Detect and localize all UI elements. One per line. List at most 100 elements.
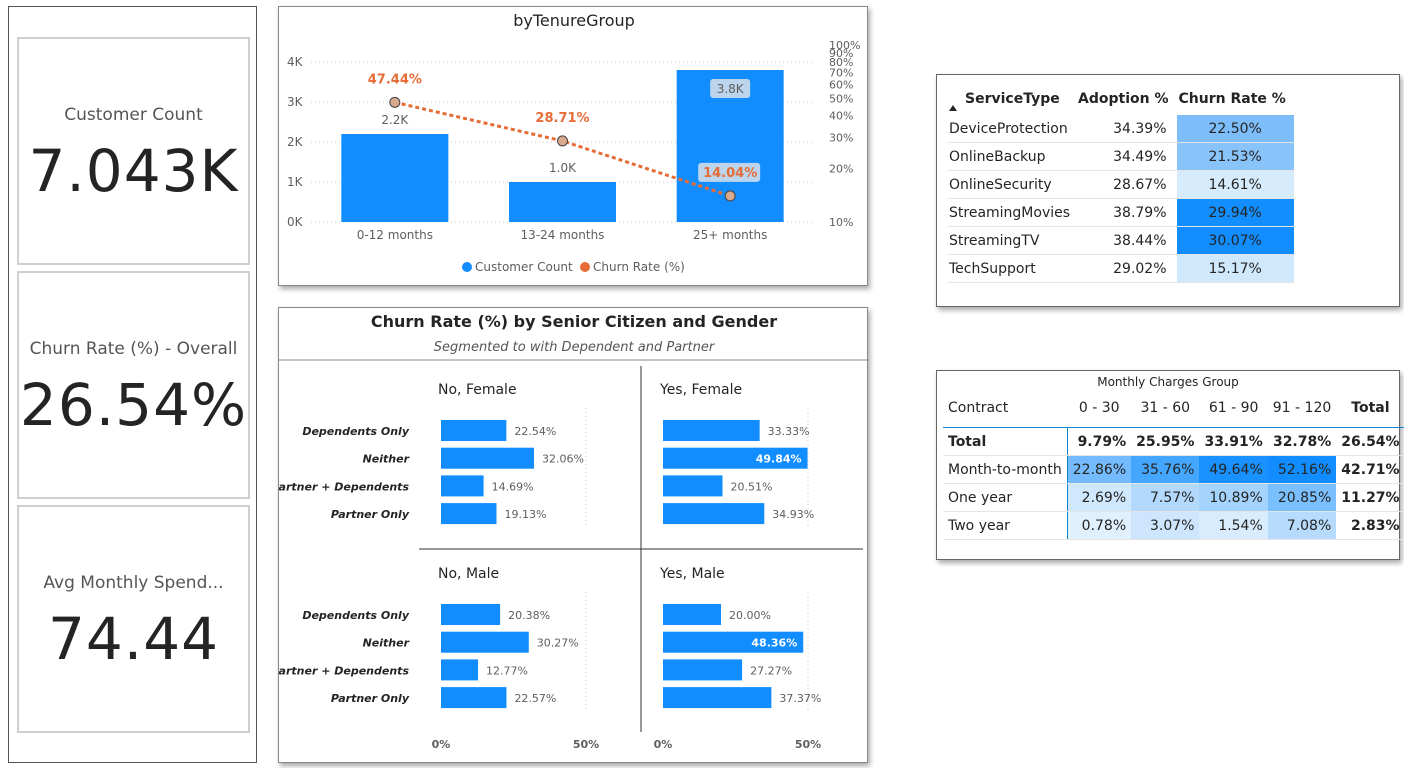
legend-label[interactable]: Customer Count: [475, 260, 573, 274]
legend-marker: [462, 262, 472, 272]
total-row[interactable]: Total 9.79% 25.95% 33.91% 32.78% 26.54%: [943, 427, 1404, 456]
adoption-cell: 34.49%: [1076, 142, 1177, 171]
service-table: ServiceType Adoption % Churn Rate % Devi…: [947, 83, 1294, 283]
category-label: Neither: [363, 453, 410, 466]
senior-gender-chart-panel[interactable]: Churn Rate (%) by Senior Citizen and Gen…: [271, 307, 869, 763]
y-tick-label: 1K: [287, 175, 304, 189]
chart-title: Churn Rate (%) by Senior Citizen and Gen…: [371, 312, 777, 331]
kpi-card-avg-monthly-spend[interactable]: Avg Monthly Spend... 74.44: [17, 505, 250, 733]
value-cell: 35.76%: [1131, 455, 1200, 484]
kpi-card-churn-rate[interactable]: Churn Rate (%) - Overall 26.54%: [17, 271, 250, 499]
bar-data-label: 34.93%: [772, 508, 814, 521]
bar[interactable]: [663, 687, 772, 709]
service-table-panel[interactable]: ServiceType Adoption % Churn Rate % Devi…: [936, 74, 1400, 307]
table-row[interactable]: Month-to-month 22.86% 35.76% 49.64% 52.16% 42…: [943, 455, 1404, 484]
column-header[interactable]: 0 - 30: [1067, 389, 1131, 428]
value-cell: 1.54%: [1199, 511, 1268, 540]
chart-title: byTenureGroup: [513, 11, 635, 30]
column-header-churn-rate[interactable]: Churn Rate %: [1177, 83, 1294, 115]
table-row[interactable]: Two year 0.78% 3.07% 1.54% 7.08% 2.83%: [943, 511, 1404, 540]
value-cell: 7.08%: [1267, 511, 1337, 540]
table-row[interactable]: OnlineBackup 34.49% 21.53%: [947, 142, 1294, 171]
value-cell: 33.91%: [1199, 427, 1268, 456]
table-row[interactable]: TechSupport 29.02% 15.17%: [947, 254, 1294, 283]
contract-cell: Total: [943, 427, 1068, 456]
churn-rate-point[interactable]: [389, 96, 401, 108]
service-name-cell: OnlineBackup: [947, 142, 1077, 171]
bar[interactable]: [663, 503, 765, 525]
column-header[interactable]: 61 - 90: [1199, 389, 1267, 428]
panel-title: Yes, Female: [659, 382, 742, 398]
bar-customer-count[interactable]: [341, 134, 449, 222]
bar[interactable]: [441, 503, 497, 525]
table-row[interactable]: DeviceProtection 34.39% 22.50%: [947, 115, 1294, 143]
column-header[interactable]: Total: [1336, 389, 1404, 428]
y-tick-label: 4K: [287, 55, 304, 69]
bar[interactable]: [663, 604, 721, 625]
bar[interactable]: [441, 420, 507, 441]
panel-title: Yes, Male: [659, 566, 725, 582]
kpi-column: Customer Count 7.043K Churn Rate (%) - O…: [8, 6, 257, 763]
bar[interactable]: [441, 631, 529, 653]
value-cell: 7.57%: [1131, 483, 1200, 512]
bar[interactable]: [441, 687, 507, 709]
bar-data-label: 27.27%: [750, 664, 792, 677]
column-header-servicetype[interactable]: ServiceType: [947, 83, 1076, 115]
value-cell: 20.85%: [1267, 483, 1337, 512]
bar[interactable]: [663, 659, 743, 681]
contract-cell: One year: [943, 483, 1068, 512]
kpi-card-customer-count[interactable]: Customer Count 7.043K: [17, 37, 250, 265]
value-cell: 10.89%: [1199, 483, 1268, 512]
category-label: Neither: [363, 637, 410, 650]
monthly-charges-panel[interactable]: Monthly Charges Group Contract 0 - 30 31 -…: [936, 370, 1404, 560]
bar[interactable]: [441, 447, 534, 469]
table-row[interactable]: One year 2.69% 7.57% 10.89% 20.85% 11.27%: [943, 483, 1404, 512]
bar[interactable]: [663, 420, 760, 441]
category-label: Dependents Only: [302, 425, 410, 438]
bar[interactable]: [441, 475, 484, 497]
panel-yes-female: Yes, Female 33.33% 49.84% 20.51% 34.93%: [659, 382, 814, 525]
panel-title: No, Female: [438, 382, 517, 398]
table-row[interactable]: StreamingTV 38.44% 30.07%: [947, 226, 1294, 255]
table-row[interactable]: StreamingMovies 38.79% 29.94%: [947, 198, 1294, 227]
y2-tick-label: 100%: [829, 39, 860, 52]
column-header[interactable]: Contract: [943, 389, 1067, 428]
kpi-title: Avg Monthly Spend...: [43, 573, 224, 593]
total-cell: 2.83%: [1336, 511, 1404, 540]
legend-label[interactable]: Churn Rate (%): [593, 260, 685, 274]
panel-no-female: No, Female 22.54% Dependents Only 32.06% Nei…: [271, 382, 587, 525]
table-row[interactable]: OnlineSecurity 28.67% 14.61%: [947, 170, 1294, 199]
bar[interactable]: [441, 604, 501, 625]
y2-tick-label: 30%: [829, 132, 853, 145]
bar[interactable]: [663, 475, 723, 497]
bar-customer-count[interactable]: [509, 182, 616, 222]
category-label: Partner Only: [331, 508, 410, 521]
churn-rate-cell: 22.50%: [1176, 115, 1294, 143]
adoption-cell: 29.02%: [1076, 254, 1177, 283]
y2-tick-label: 20%: [829, 163, 853, 176]
total-cell: 11.27%: [1336, 483, 1404, 512]
column-header-adoption[interactable]: Adoption %: [1076, 83, 1176, 115]
value-cell: 0.78%: [1067, 511, 1132, 540]
churn-rate-point[interactable]: [724, 190, 736, 202]
churn-rate-point[interactable]: [557, 135, 568, 147]
service-name-cell: StreamingTV: [947, 226, 1077, 255]
bar-data-label: 19.13%: [504, 508, 546, 521]
column-header[interactable]: 91 - 120: [1268, 389, 1337, 428]
x-tick-label: 50%: [573, 738, 599, 751]
value-cell: 49.64%: [1199, 455, 1268, 484]
service-name-cell: OnlineSecurity: [947, 170, 1077, 199]
bar-data-label: 3.8K: [717, 82, 745, 96]
column-header[interactable]: 31 - 60: [1131, 389, 1199, 428]
category-label: Partner + Dependents: [279, 480, 409, 493]
category-label: Partner + Dependents: [279, 664, 409, 677]
tenure-chart-panel[interactable]: byTenureGroup 0K 1K 2K 3K 4K 10% 20% 30% 40% 50% 6…: [278, 6, 868, 286]
y2-tick-label: 40%: [829, 109, 853, 122]
panel-no-male: No, Male 20.38% Dependents Only 30.27% Neith…: [271, 566, 587, 709]
kpi-value: 26.54%: [19, 371, 248, 439]
bar[interactable]: [441, 659, 479, 681]
kpi-title: Churn Rate (%) - Overall: [29, 339, 238, 359]
y-tick-label: 0K: [287, 215, 304, 229]
value-cell: 32.78%: [1267, 427, 1337, 456]
churn-rate-cell: 14.61%: [1176, 170, 1294, 199]
